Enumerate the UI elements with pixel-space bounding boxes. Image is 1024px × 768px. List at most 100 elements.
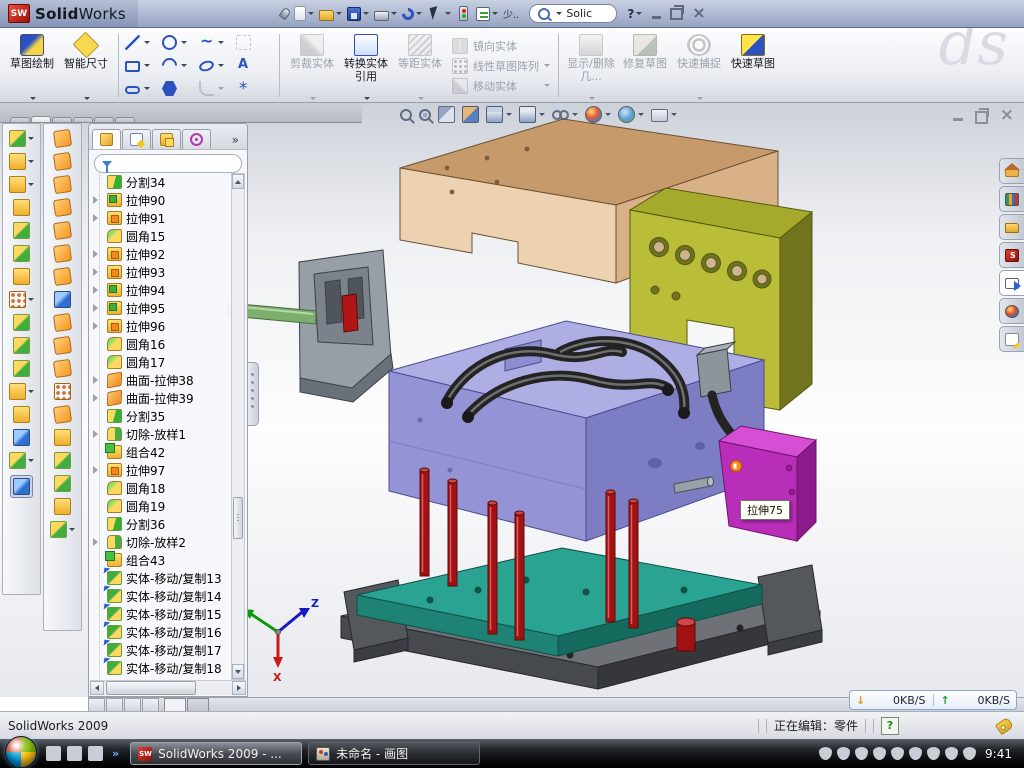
task-pane-tab[interactable]: [999, 214, 1024, 240]
feature-tree-item[interactable]: 切除-放样1: [92, 425, 230, 443]
feature-tool-button[interactable]: [13, 222, 30, 239]
task-pane-tab[interactable]: [999, 270, 1024, 296]
toolbar-button[interactable]: [426, 5, 452, 23]
tray-icon[interactable]: [855, 747, 868, 760]
feature-tool-button[interactable]: [10, 475, 33, 498]
menu-item[interactable]: [148, 10, 166, 18]
feature-tree-item[interactable]: 拉伸90: [92, 191, 230, 209]
menu-item[interactable]: [202, 10, 220, 18]
toolbar-button[interactable]: [293, 5, 315, 22]
surface-tool-button[interactable]: [54, 337, 71, 354]
feature-tree-item[interactable]: 组合43: [92, 551, 230, 569]
toolbar-button[interactable]: [318, 5, 343, 22]
task-pane-tab[interactable]: [999, 326, 1024, 352]
surface-tool-button[interactable]: [54, 153, 71, 170]
feature-tool-button[interactable]: [13, 429, 30, 446]
tray-icon[interactable]: [963, 747, 976, 760]
view-tool-button[interactable]: [400, 109, 412, 121]
feature-tree-item[interactable]: 圆角16: [92, 335, 230, 353]
surface-tool-button[interactable]: [54, 199, 71, 216]
scroll-right-button[interactable]: [232, 681, 246, 695]
tree-filter-box[interactable]: [94, 154, 242, 173]
command-button[interactable]: 修复草图: [619, 31, 671, 100]
expand-arrow-icon[interactable]: [93, 430, 98, 438]
tray-icon[interactable]: [927, 747, 940, 760]
surface-tool-button[interactable]: [54, 406, 71, 423]
feature-tree-item[interactable]: 分割34: [92, 173, 230, 191]
surface-tool-button[interactable]: [54, 176, 71, 193]
expand-arrow-icon[interactable]: [93, 214, 98, 222]
task-pane-tab[interactable]: [999, 242, 1024, 268]
feature-tool-button[interactable]: [13, 314, 30, 331]
feature-tree-item[interactable]: 拉伸93: [92, 263, 230, 281]
surface-tool-button[interactable]: [50, 521, 75, 538]
feature-tree-item[interactable]: 拉伸92: [92, 245, 230, 263]
toolbar-overflow[interactable]: 少..: [503, 6, 519, 21]
surface-tool-button[interactable]: [54, 498, 71, 515]
view-tool-button[interactable]: [486, 106, 512, 123]
feature-tool-button[interactable]: [13, 268, 30, 285]
feature-tree-item[interactable]: 分割35: [92, 407, 230, 425]
sketch-tool-button[interactable]: [236, 54, 273, 77]
view-tool-button[interactable]: [419, 109, 431, 121]
feature-tool-button[interactable]: [9, 452, 34, 469]
surface-tool-button[interactable]: [54, 245, 71, 262]
toolbar-button[interactable]: [455, 5, 472, 22]
help-button[interactable]: ?: [627, 7, 642, 21]
feature-tree-item[interactable]: 实体-移动/复制13: [92, 569, 230, 587]
search-scope-caret-icon[interactable]: [556, 12, 562, 15]
tray-icon[interactable]: [819, 747, 832, 760]
tab-nav-button[interactable]: [142, 698, 159, 712]
view-tool-button[interactable]: [462, 106, 479, 123]
tray-icon[interactable]: [837, 747, 850, 760]
surface-tool-button[interactable]: [54, 130, 71, 147]
surface-tool-button[interactable]: [54, 475, 71, 492]
expand-arrow-icon[interactable]: [93, 196, 98, 204]
feature-tree-item[interactable]: 组合42: [92, 443, 230, 461]
scroll-left-button[interactable]: [90, 681, 104, 695]
manager-tab[interactable]: [92, 129, 121, 149]
sketch-tool-button[interactable]: [199, 54, 236, 77]
sketch-tool-button[interactable]: [125, 54, 162, 77]
command-button[interactable]: 草图绘制: [6, 31, 58, 100]
feature-tree-item[interactable]: 拉伸94: [92, 281, 230, 299]
feature-tree-item[interactable]: 曲面-拉伸38: [92, 371, 230, 389]
surface-tool-button[interactable]: [54, 360, 71, 377]
surface-tool-button[interactable]: [54, 268, 71, 285]
tags-icon[interactable]: [995, 716, 1014, 734]
network-speed-widget[interactable]: ↓ 0KB/S ↑ 0KB/S: [849, 690, 1017, 710]
ribbon-tab[interactable]: [31, 116, 51, 122]
scroll-thumb[interactable]: [233, 497, 243, 539]
surface-tool-button[interactable]: [54, 314, 71, 331]
clock[interactable]: 9:41: [985, 747, 1012, 761]
view-tool-button[interactable]: [438, 106, 455, 123]
ribbon-tab[interactable]: [94, 117, 114, 122]
feature-tool-button[interactable]: [13, 199, 30, 216]
ribbon-tab[interactable]: [115, 117, 135, 122]
feature-tree-item[interactable]: 拉伸96: [92, 317, 230, 335]
feature-tool-button[interactable]: [9, 176, 34, 193]
manager-tab[interactable]: [122, 129, 151, 149]
sketch-tool-button[interactable]: [236, 31, 273, 54]
feature-tree-item[interactable]: 拉伸91: [92, 209, 230, 227]
surface-tool-button[interactable]: [54, 383, 71, 400]
feature-tool-button[interactable]: [13, 406, 30, 423]
tray-icon[interactable]: [873, 747, 886, 760]
expand-arrow-icon[interactable]: [93, 376, 98, 384]
feature-tree-item[interactable]: 实体-移动/复制17: [92, 641, 230, 659]
tray-icon[interactable]: [891, 747, 904, 760]
command-button[interactable]: 快速草图: [727, 31, 779, 100]
menu-item[interactable]: [184, 10, 202, 18]
feature-tree-item[interactable]: 切除-放样2: [92, 533, 230, 551]
expand-arrow-icon[interactable]: [93, 466, 98, 474]
feature-tool-button[interactable]: [9, 291, 34, 308]
tab-nav-button[interactable]: [88, 698, 105, 712]
doc-minimize-button[interactable]: [953, 118, 963, 121]
surface-tool-button[interactable]: [54, 222, 71, 239]
view-tool-button[interactable]: [651, 107, 677, 122]
doc-restore-button[interactable]: [975, 111, 988, 124]
model-cavity-block[interactable]: [299, 250, 393, 402]
view-tool-button[interactable]: [618, 106, 644, 123]
scroll-down-button[interactable]: [232, 664, 244, 679]
toolbar-button[interactable]: [401, 7, 423, 21]
